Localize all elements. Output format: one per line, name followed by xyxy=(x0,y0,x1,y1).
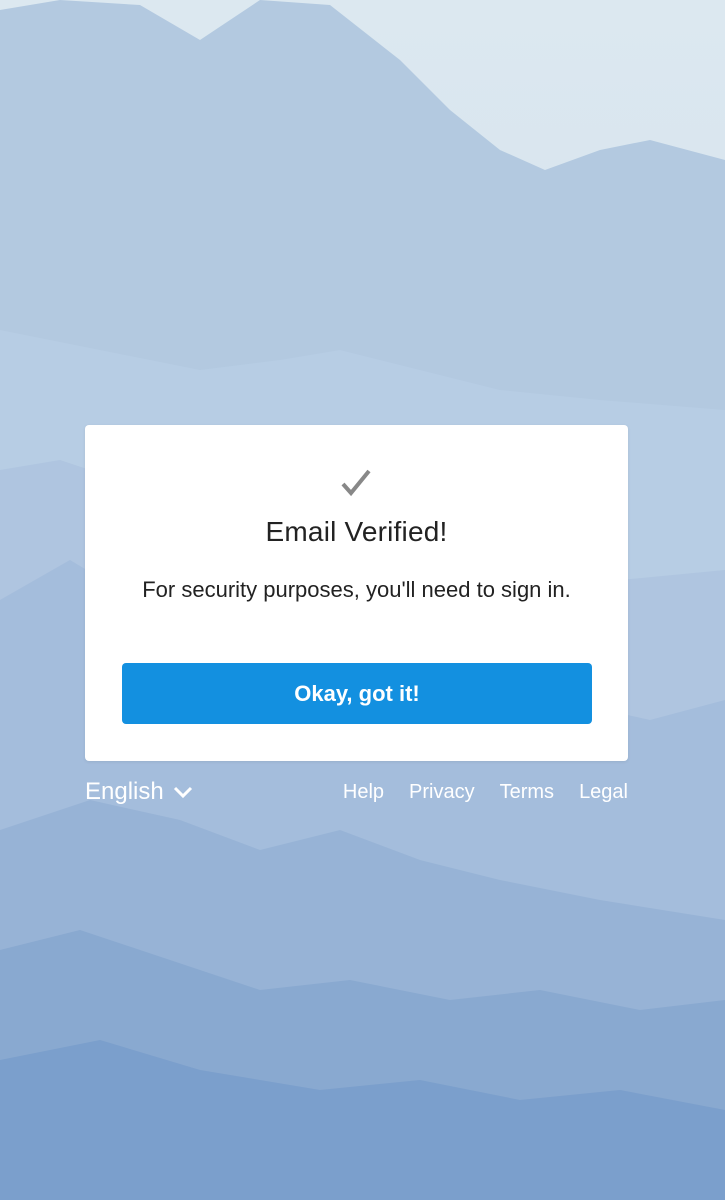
chevron-down-icon xyxy=(173,786,192,799)
dialog-message: For security purposes, you'll need to si… xyxy=(142,577,571,602)
privacy-link[interactable]: Privacy xyxy=(409,781,475,804)
language-label: English xyxy=(85,778,164,805)
terms-link[interactable]: Terms xyxy=(500,781,554,804)
checkmark-icon xyxy=(341,469,371,497)
language-selector[interactable]: English xyxy=(85,776,193,808)
page: Email Verified! For security purposes, y… xyxy=(0,0,725,1200)
okay-button[interactable]: Okay, got it! xyxy=(122,663,592,724)
verification-card: Email Verified! For security purposes, y… xyxy=(85,425,628,761)
footer-links: Help Privacy Terms Legal xyxy=(343,776,628,808)
legal-link[interactable]: Legal xyxy=(579,781,628,804)
help-link[interactable]: Help xyxy=(343,781,384,804)
dialog-title: Email Verified! xyxy=(265,516,448,547)
footer: English Help Privacy Terms Legal xyxy=(85,776,628,808)
